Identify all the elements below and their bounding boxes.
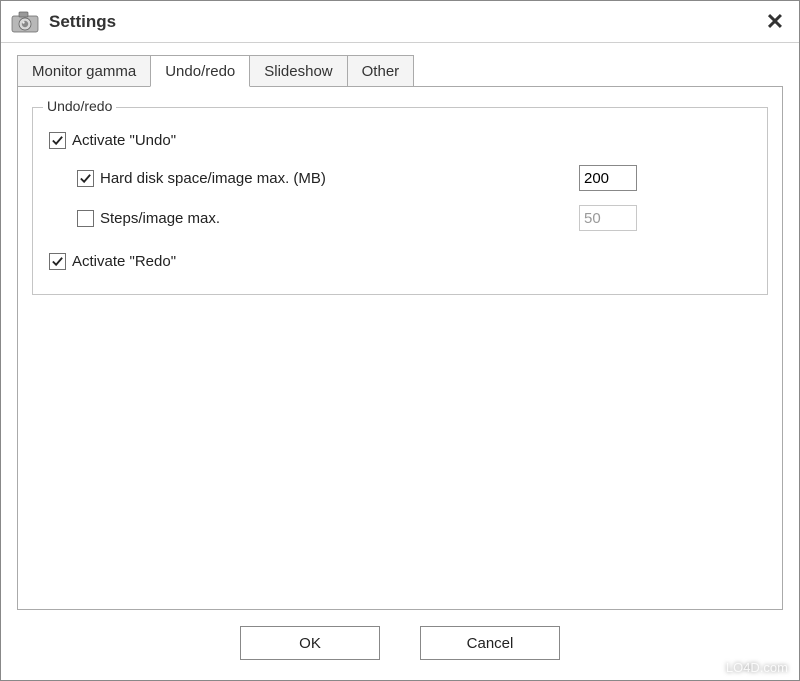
button-row: OK Cancel [17, 610, 783, 672]
tabs: Monitor gamma Undo/redo Slideshow Other [17, 55, 783, 87]
groupbox-legend: Undo/redo [43, 98, 116, 114]
input-hard-disk-value[interactable] [579, 165, 637, 191]
window-title: Settings [49, 12, 761, 32]
row-activate-redo: Activate "Redo" [49, 253, 751, 270]
checkbox-activate-undo[interactable]: Activate "Undo" [49, 132, 176, 149]
tab-monitor-gamma[interactable]: Monitor gamma [17, 55, 151, 87]
tab-other[interactable]: Other [347, 55, 415, 87]
cancel-button[interactable]: Cancel [420, 626, 560, 660]
row-activate-undo: Activate "Undo" [49, 132, 751, 149]
app-icon [11, 11, 39, 33]
content-area: Monitor gamma Undo/redo Slideshow Other … [1, 43, 799, 680]
checkmark-icon [51, 134, 64, 147]
tab-undo-redo[interactable]: Undo/redo [150, 55, 250, 87]
label-steps: Steps/image max. [100, 210, 220, 227]
tab-panel: Undo/redo Activate "Undo" [17, 86, 783, 610]
tab-slideshow[interactable]: Slideshow [249, 55, 347, 87]
checkbox-activate-redo[interactable]: Activate "Redo" [49, 253, 176, 270]
settings-window: Settings ✕ Monitor gamma Undo/redo Slide… [0, 0, 800, 681]
label-activate-redo: Activate "Redo" [72, 253, 176, 270]
ok-button[interactable]: OK [240, 626, 380, 660]
close-button[interactable]: ✕ [761, 8, 789, 36]
input-steps-value [579, 205, 637, 231]
label-hard-disk: Hard disk space/image max. (MB) [100, 170, 326, 187]
checkbox-steps[interactable]: Steps/image max. [77, 210, 220, 227]
checkmark-icon [79, 172, 92, 185]
undo-sub-options: Hard disk space/image max. (MB) [77, 163, 751, 233]
titlebar: Settings ✕ [1, 1, 799, 43]
groupbox-undo-redo: Undo/redo Activate "Undo" [32, 107, 768, 295]
row-hard-disk: Hard disk space/image max. (MB) [77, 163, 751, 193]
label-activate-undo: Activate "Undo" [72, 132, 176, 149]
checkmark-icon [51, 255, 64, 268]
row-steps: Steps/image max. [77, 203, 751, 233]
checkbox-hard-disk[interactable]: Hard disk space/image max. (MB) [77, 170, 326, 187]
